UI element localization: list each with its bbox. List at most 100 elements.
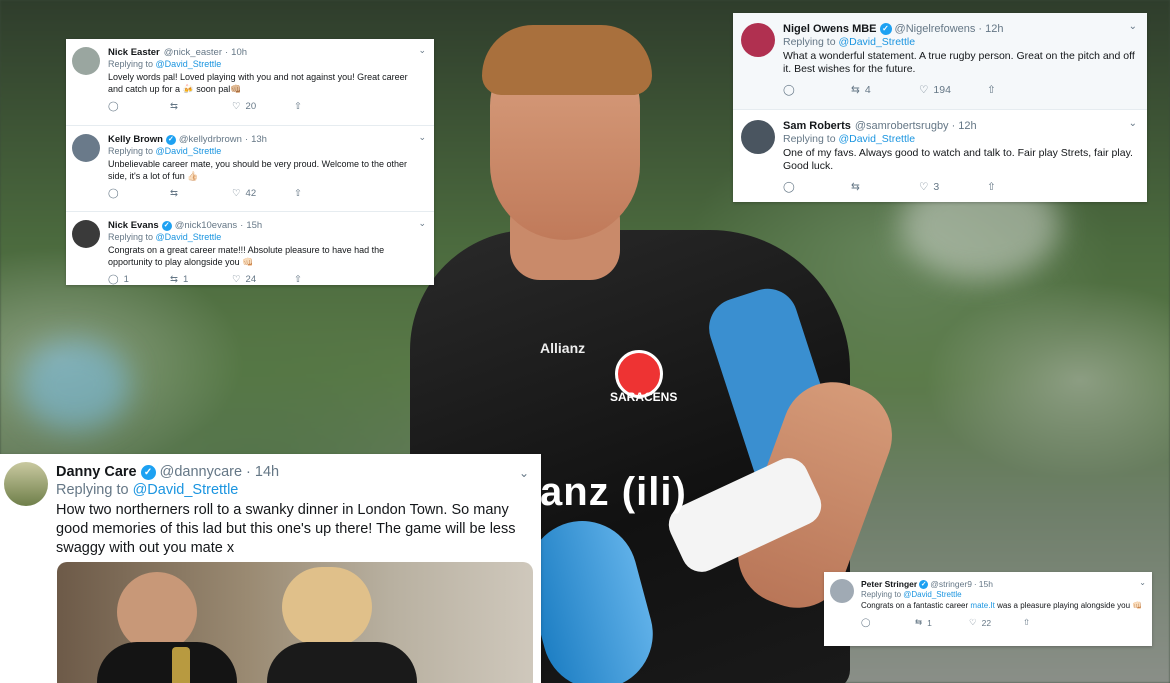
- tweet-danny-care[interactable]: Danny Care ✓ @dannycare · 14h Replying t…: [0, 454, 541, 566]
- tweet-nigel-owens[interactable]: Nigel Owens MBE ✓ @Nigelrefowens · 12h R…: [733, 13, 1147, 110]
- reply-mention-link[interactable]: @David_Strettle: [156, 232, 222, 242]
- timestamp[interactable]: 15h: [246, 220, 262, 231]
- like-button[interactable]: ♡ 3: [919, 181, 987, 193]
- chevron-down-icon[interactable]: ⌄: [418, 218, 426, 229]
- reply-mention-link[interactable]: @David_Strettle: [133, 482, 239, 498]
- retweet-count: 4: [864, 84, 871, 96]
- retweet-icon: ⇆: [851, 84, 860, 96]
- author-handle[interactable]: @stringer9: [930, 579, 972, 589]
- reply-button[interactable]: ◯: [861, 617, 915, 628]
- tweet-photo[interactable]: [57, 562, 533, 683]
- reply-button[interactable]: ◯ 1: [108, 274, 170, 285]
- like-icon: ♡: [919, 181, 929, 193]
- timestamp[interactable]: 13h: [251, 134, 267, 145]
- reply-button[interactable]: ◯: [783, 84, 851, 96]
- author-name[interactable]: Nigel Owens MBE: [783, 23, 877, 35]
- reply-button[interactable]: ◯: [783, 181, 851, 193]
- share-button[interactable]: ⇧: [294, 188, 356, 199]
- avatar[interactable]: [72, 134, 100, 162]
- author-handle[interactable]: @nick10evans: [175, 220, 237, 231]
- share-button[interactable]: ⇧: [987, 181, 1055, 193]
- share-button[interactable]: ⇧: [294, 274, 356, 285]
- reply-icon: ◯: [108, 274, 119, 285]
- like-icon: ♡: [969, 617, 977, 627]
- avatar[interactable]: [72, 47, 100, 75]
- reply-mention-link[interactable]: @David_Strettle: [903, 590, 961, 599]
- share-button[interactable]: ⇧: [987, 84, 1055, 96]
- reply-button[interactable]: ◯: [108, 101, 170, 112]
- avatar[interactable]: [830, 579, 854, 603]
- share-button[interactable]: ⇧: [294, 101, 356, 112]
- retweet-button[interactable]: ⇆: [851, 181, 919, 193]
- reply-context: Replying to @David_Strettle: [783, 133, 1135, 145]
- author-name[interactable]: Peter Stringer: [861, 579, 917, 589]
- tweet-nick-easter[interactable]: Nick Easter @nick_easter · 10h Replying …: [66, 39, 434, 126]
- like-button[interactable]: ♡ 194: [919, 84, 987, 96]
- like-icon: ♡: [919, 84, 929, 96]
- reply-icon: ◯: [861, 617, 871, 627]
- reply-context: Replying to @David_Strettle: [861, 590, 1144, 599]
- share-button[interactable]: ⇧: [1023, 617, 1077, 628]
- timestamp[interactable]: 12h: [958, 120, 976, 132]
- reply-button[interactable]: ◯: [108, 188, 170, 199]
- timestamp[interactable]: 15h: [979, 579, 993, 589]
- retweet-button[interactable]: ⇆: [170, 101, 232, 112]
- retweet-button[interactable]: ⇆ 4: [851, 84, 919, 96]
- author-name[interactable]: Nick Easter: [108, 47, 160, 58]
- tweet-actions: ◯ 1 ⇆ 1 ♡ 24 ⇧: [108, 274, 424, 285]
- tweet-actions: ◯ ⇆ 1 ♡ 22 ⇧: [861, 617, 1144, 628]
- separator-dot: ·: [978, 23, 983, 35]
- author-name[interactable]: Kelly Brown: [108, 134, 163, 145]
- tweet-peter-stringer[interactable]: Peter Stringer ✓ @stringer9 · 15h Replyi…: [824, 572, 1152, 634]
- like-button[interactable]: ♡ 20: [232, 101, 294, 112]
- tweet-inline-link[interactable]: mate.It: [970, 601, 994, 610]
- retweet-icon: ⇆: [170, 274, 178, 285]
- reply-prefix: Replying to: [108, 59, 154, 69]
- author-handle[interactable]: @kellydrbrown: [179, 134, 242, 145]
- avatar[interactable]: [4, 462, 48, 506]
- like-button[interactable]: ♡ 22: [969, 617, 1023, 628]
- author-name[interactable]: Nick Evans: [108, 220, 159, 231]
- reply-mention-link[interactable]: @David_Strettle: [156, 146, 222, 156]
- author-handle[interactable]: @Nigelrefowens: [895, 23, 976, 35]
- avatar[interactable]: [72, 220, 100, 248]
- retweet-button[interactable]: ⇆: [170, 188, 232, 199]
- player-hair: [482, 25, 652, 95]
- retweet-icon: ⇆: [851, 181, 860, 193]
- separator-dot: ·: [240, 220, 244, 231]
- reply-mention-link[interactable]: @David_Strettle: [156, 59, 222, 69]
- timestamp[interactable]: 12h: [985, 23, 1003, 35]
- tweet-sam-roberts[interactable]: Sam Roberts @samrobertsrugby · 12h Reply…: [733, 110, 1147, 202]
- tweet-card-left: Nick Easter @nick_easter · 10h Replying …: [66, 39, 434, 285]
- tweet-text: One of my favs. Always good to watch and…: [783, 147, 1133, 172]
- chevron-down-icon[interactable]: ⌄: [418, 45, 426, 56]
- tweet-kelly-brown[interactable]: Kelly Brown ✓ @kellydrbrown · 13h Replyi…: [66, 126, 434, 212]
- like-count: 3: [933, 181, 940, 193]
- reply-mention-link[interactable]: @David_Strettle: [838, 133, 915, 145]
- like-button[interactable]: ♡ 24: [232, 274, 294, 285]
- author-handle[interactable]: @samrobertsrugby: [855, 120, 949, 132]
- timestamp[interactable]: 10h: [231, 47, 247, 58]
- retweet-button[interactable]: ⇆ 1: [915, 617, 969, 628]
- chevron-down-icon[interactable]: ⌄: [1129, 21, 1137, 32]
- author-name[interactable]: Sam Roberts: [783, 120, 851, 132]
- reply-mention-link[interactable]: @David_Strettle: [838, 36, 915, 48]
- author-name[interactable]: Danny Care: [56, 464, 137, 480]
- reply-context: Replying to @David_Strettle: [108, 146, 424, 156]
- verified-icon: ✓: [161, 220, 172, 231]
- separator-dot: ·: [973, 579, 977, 589]
- author-handle[interactable]: @dannycare: [160, 464, 242, 480]
- chevron-down-icon[interactable]: ⌄: [519, 466, 529, 480]
- tweet-text-part: was a pleasure playing alongside you 👊🏻: [997, 601, 1143, 610]
- like-button[interactable]: ♡ 42: [232, 188, 294, 199]
- jersey-sponsor-text: anz (ili): [540, 470, 687, 514]
- avatar[interactable]: [741, 120, 775, 154]
- timestamp[interactable]: 14h: [255, 464, 279, 480]
- retweet-button[interactable]: ⇆ 1: [170, 274, 232, 285]
- author-handle[interactable]: @nick_easter: [164, 47, 222, 58]
- chevron-down-icon[interactable]: ⌄: [1129, 118, 1137, 129]
- avatar[interactable]: [741, 23, 775, 57]
- chevron-down-icon[interactable]: ⌄: [1139, 578, 1146, 587]
- tweet-nick-evans[interactable]: Nick Evans ✓ @nick10evans · 15h Replying…: [66, 212, 434, 285]
- chevron-down-icon[interactable]: ⌄: [418, 132, 426, 143]
